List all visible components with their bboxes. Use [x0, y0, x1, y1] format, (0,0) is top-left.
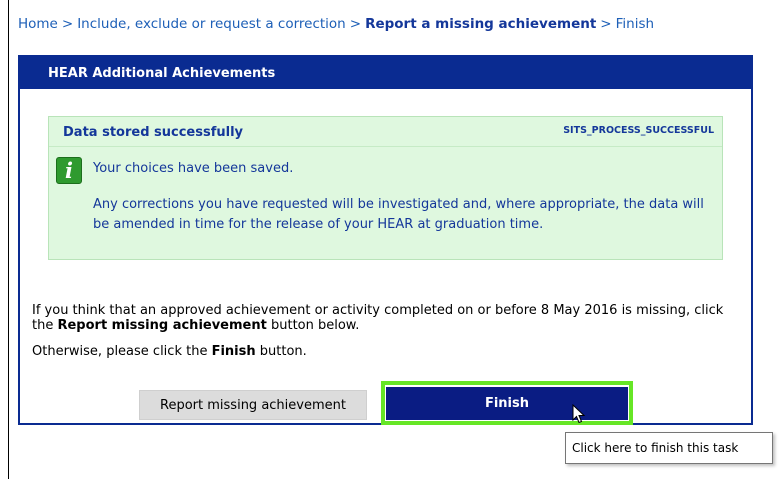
- finish-button[interactable]: Finish: [386, 387, 628, 420]
- hear-panel: HEAR Additional Achievements Data stored…: [18, 55, 753, 425]
- finish-tooltip: Click here to finish this task: [565, 432, 773, 464]
- breadcrumb-include-exclude[interactable]: Include, exclude or request a correction: [77, 16, 346, 32]
- instruction-bold: Report missing achievement: [57, 318, 267, 333]
- message-header: Data stored successfully SITS_PROCESS_SU…: [49, 117, 722, 147]
- success-message-box: Data stored successfully SITS_PROCESS_SU…: [48, 116, 723, 260]
- breadcrumb-current: Report a missing achievement: [365, 16, 597, 32]
- panel-title: HEAR Additional Achievements: [20, 57, 751, 89]
- info-icon: i: [56, 157, 82, 184]
- breadcrumb-separator: >: [349, 16, 362, 32]
- breadcrumb-separator: >: [600, 16, 612, 32]
- breadcrumb-home[interactable]: Home: [18, 16, 58, 32]
- report-missing-achievement-button[interactable]: Report missing achievement: [139, 390, 367, 420]
- instruction-text: button below.: [266, 318, 360, 333]
- message-line-corrections: Any corrections you have requested will …: [93, 197, 704, 232]
- window-left-border: [8, 0, 9, 479]
- instruction-missing: If you think that an approved achievemen…: [32, 303, 732, 333]
- mouse-cursor-icon: [572, 404, 586, 424]
- breadcrumb: Home > Include, exclude or request a corre…: [18, 16, 654, 32]
- instruction-text: Otherwise, please click the: [32, 344, 212, 359]
- instruction-finish: Otherwise, please click the Finish butto…: [32, 344, 307, 359]
- instruction-text: button.: [255, 344, 307, 359]
- breadcrumb-finish[interactable]: Finish: [616, 16, 654, 32]
- breadcrumb-separator: >: [61, 16, 74, 32]
- instruction-bold: Finish: [211, 344, 256, 359]
- message-title: Data stored successfully: [63, 125, 244, 140]
- message-line-saved: Your choices have been saved.: [93, 161, 294, 176]
- message-code: SITS_PROCESS_SUCCESSFUL: [563, 125, 714, 136]
